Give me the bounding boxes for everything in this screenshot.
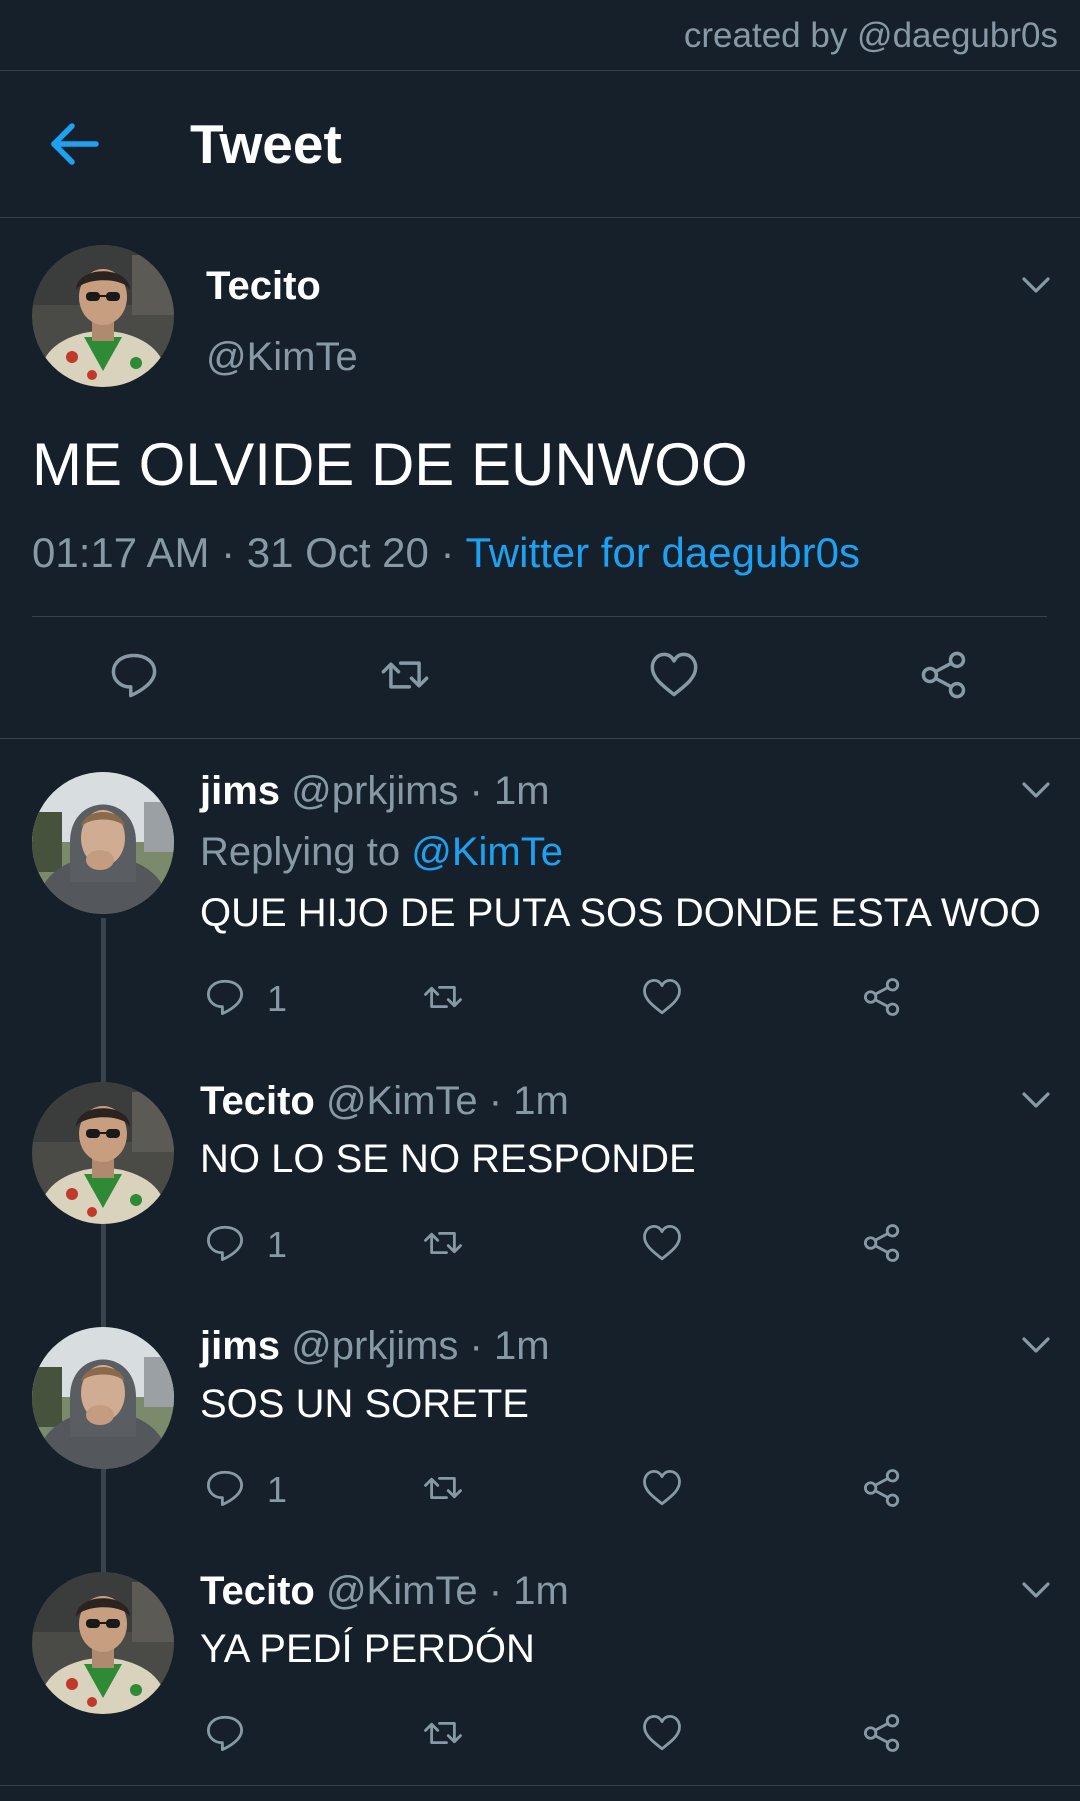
page-title: Tweet — [190, 113, 342, 175]
top-bar: Tweet — [0, 71, 1080, 218]
heart-icon[interactable] — [641, 1712, 683, 1754]
share-icon[interactable] — [861, 1712, 903, 1754]
reply-text: QUE HIJO DE PUTA SOS DONDE ESTA WOO — [200, 891, 1041, 935]
chevron-down-icon[interactable] — [1021, 1335, 1051, 1355]
avatar[interactable] — [32, 1327, 174, 1469]
reply-text: YA PEDÍ PERDÓN — [200, 1627, 535, 1671]
reply-author-name[interactable]: Tecito — [200, 1079, 315, 1123]
author-name[interactable]: Tecito — [206, 264, 321, 309]
chevron-down-icon[interactable] — [1021, 1580, 1051, 1600]
share-icon[interactable] — [918, 649, 970, 701]
thread-line — [101, 918, 106, 1580]
reply-author-name[interactable]: jims — [200, 769, 280, 813]
arrow-left-icon[interactable] — [48, 119, 100, 169]
reply-handle-time: @prkjims · 1m — [280, 769, 550, 813]
author-handle[interactable]: @KimTe — [206, 335, 358, 380]
watermark-text: created by @daegubr0s — [683, 16, 1058, 55]
avatar[interactable] — [32, 245, 174, 387]
credit-bar: created by @daegubr0s — [0, 0, 1080, 71]
speech-bubble-icon[interactable] — [204, 1222, 246, 1264]
replying-to-link[interactable]: @KimTe — [411, 830, 563, 874]
divider — [32, 616, 1047, 617]
chevron-down-icon[interactable] — [1021, 275, 1051, 295]
reply-author-name[interactable]: jims — [200, 1324, 280, 1368]
reply-header: jims @prkjims · 1m — [200, 1324, 550, 1369]
tweet-meta: 01:17 AM · 31 Oct 20 · Twitter for daegu… — [32, 529, 860, 577]
divider — [0, 1785, 1080, 1786]
retweet-icon[interactable] — [419, 1222, 467, 1264]
speech-bubble-icon[interactable] — [204, 1467, 246, 1509]
chevron-down-icon[interactable] — [1021, 780, 1051, 800]
heart-icon[interactable] — [641, 1222, 683, 1264]
reply-header: jims @prkjims · 1m — [200, 769, 550, 814]
speech-bubble-icon[interactable] — [204, 976, 246, 1018]
reply-count: 1 — [267, 978, 288, 1019]
retweet-icon[interactable] — [419, 1467, 467, 1509]
divider — [0, 738, 1080, 739]
reply-handle-time: @KimTe · 1m — [314, 1569, 569, 1613]
speech-bubble-icon[interactable] — [204, 1712, 246, 1754]
share-icon[interactable] — [861, 976, 903, 1018]
share-icon[interactable] — [861, 1222, 903, 1264]
replying-to: Replying to @KimTe — [200, 830, 563, 875]
retweet-icon[interactable] — [419, 1712, 467, 1754]
reply-text: SOS UN SORETE — [200, 1382, 529, 1426]
avatar[interactable] — [32, 1082, 174, 1224]
reply-header: Tecito @KimTe · 1m — [200, 1569, 569, 1614]
tweet-text: ME OLVIDE DE EUNWOO — [32, 431, 748, 498]
reply-handle-time: @KimTe · 1m — [314, 1079, 569, 1123]
reply-header: Tecito @KimTe · 1m — [200, 1079, 569, 1124]
heart-icon[interactable] — [641, 1467, 683, 1509]
tweet-timestamp: 01:17 AM · 31 Oct 20 · — [32, 529, 466, 576]
chevron-down-icon[interactable] — [1021, 1090, 1051, 1110]
tweet-source-link[interactable]: Twitter for daegubr0s — [465, 529, 860, 576]
replying-prefix: Replying to — [200, 830, 412, 874]
reply-text: NO LO SE NO RESPONDE — [200, 1137, 696, 1181]
reply-count: 1 — [267, 1224, 288, 1265]
avatar[interactable] — [32, 772, 174, 914]
reply-count: 1 — [267, 1469, 288, 1510]
avatar[interactable] — [32, 1572, 174, 1714]
share-icon[interactable] — [861, 1467, 903, 1509]
retweet-icon[interactable] — [419, 976, 467, 1018]
retweet-icon[interactable] — [377, 649, 433, 701]
heart-icon[interactable] — [648, 649, 700, 701]
reply-handle-time: @prkjims · 1m — [280, 1324, 550, 1368]
reply-author-name[interactable]: Tecito — [200, 1569, 315, 1613]
speech-bubble-icon[interactable] — [108, 649, 160, 701]
heart-icon[interactable] — [641, 976, 683, 1018]
